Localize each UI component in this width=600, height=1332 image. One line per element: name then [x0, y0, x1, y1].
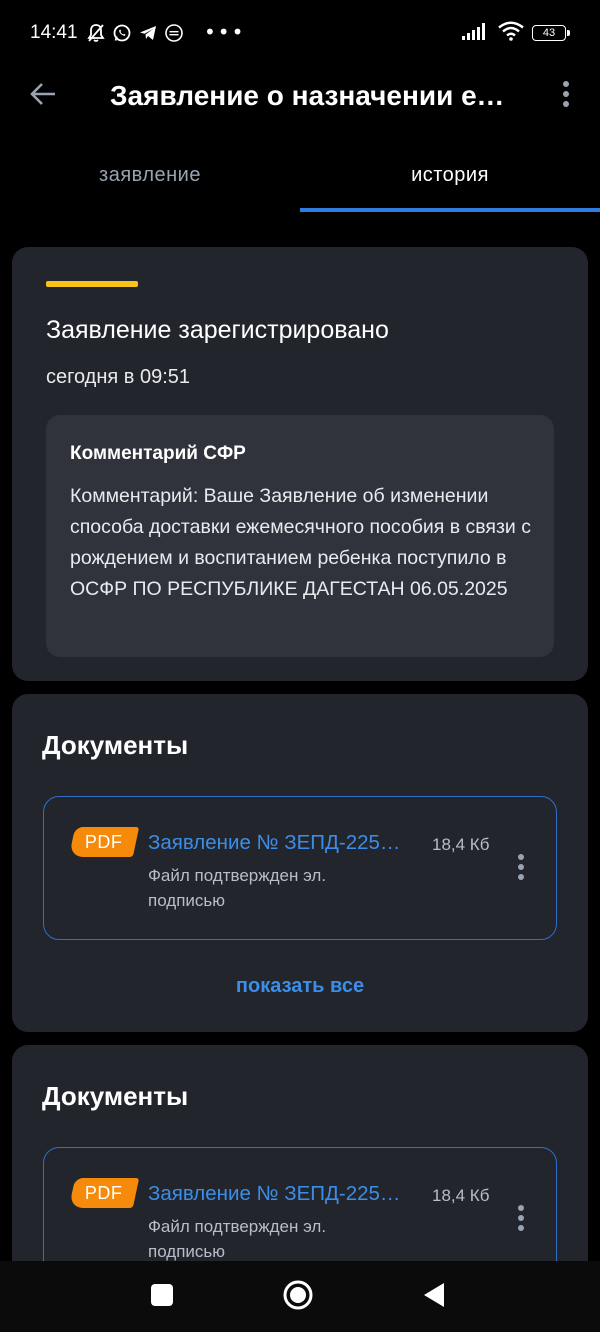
status-bar: 14:41 ••• 43	[0, 0, 600, 64]
recent-apps-icon	[150, 1283, 174, 1311]
more-notifications-icon: •••	[204, 20, 246, 44]
tab-bar: заявление история	[0, 140, 600, 212]
system-back-button[interactable]	[416, 1279, 452, 1315]
comment-title: Комментарий СФР	[70, 443, 246, 464]
document-name-link[interactable]: Заявление № ЗЕПД-225…	[148, 1180, 420, 1208]
pdf-file-icon: PDF	[68, 1178, 140, 1208]
more-vertical-icon	[517, 853, 525, 885]
recent-apps-button[interactable]	[144, 1279, 180, 1315]
pdf-badge-label: PDF	[85, 1182, 123, 1203]
tab-application[interactable]: заявление	[0, 140, 300, 210]
document-name-link[interactable]: Заявление № ЗЕПД-225…	[148, 829, 420, 857]
more-vertical-icon	[562, 80, 570, 112]
whatsapp-icon	[112, 23, 132, 43]
gosuslugi-icon	[164, 23, 184, 43]
page-title: Заявление о назначении ежемесячного посо…	[110, 80, 520, 111]
system-navigation-bar	[0, 1261, 600, 1332]
status-timestamp: сегодня в 09:51	[46, 366, 190, 388]
document-more-button[interactable]	[506, 1202, 536, 1238]
document-more-button[interactable]	[506, 851, 536, 887]
status-time: 14:41	[30, 22, 78, 43]
documents-heading: Документы	[42, 730, 189, 760]
document-size: 18,4 Кб	[432, 1186, 490, 1205]
home-button[interactable]	[280, 1279, 316, 1315]
home-icon	[282, 1279, 314, 1315]
pdf-file-icon: PDF	[68, 827, 140, 857]
documents-card: Документы PDF Заявление № ЗЕПД-225… 18,4…	[12, 694, 588, 1032]
status-card: Заявление зарегистрировано сегодня в 09:…	[12, 247, 588, 681]
arrow-left-icon	[29, 82, 57, 110]
battery-icon: 43	[532, 25, 570, 41]
signal-icon	[462, 22, 490, 44]
status-heading: Заявление зарегистрировано	[46, 316, 389, 344]
show-all-link[interactable]: показать все	[12, 972, 588, 1000]
document-signature-status: Файл подтвержден эл. подписью	[148, 1217, 327, 1261]
battery-level: 43	[542, 27, 556, 39]
telegram-icon	[138, 23, 158, 43]
tab-history-label: история	[411, 163, 489, 186]
comment-box: Комментарий СФР Комментарий: Ваше Заявле…	[46, 415, 554, 657]
pdf-badge-label: PDF	[85, 831, 123, 852]
document-signature-status: Файл подтвержден эл. подписью	[148, 866, 327, 910]
back-triangle-icon	[422, 1282, 446, 1312]
documents-heading: Документы	[42, 1081, 189, 1111]
status-notification-icons	[86, 22, 184, 44]
more-options-button[interactable]	[550, 78, 582, 114]
more-vertical-icon	[517, 1204, 525, 1236]
tab-application-label: заявление	[99, 163, 201, 186]
status-accent-bar	[46, 281, 138, 287]
wifi-icon	[498, 21, 524, 45]
status-system-icons: 43	[462, 21, 570, 45]
app-bar: Заявление о назначении ежемесячного посо…	[0, 64, 600, 128]
comment-text: Комментарий: Ваше Заявление об изменении…	[70, 485, 531, 600]
tab-history[interactable]: история	[300, 140, 600, 212]
tab-active-indicator	[300, 208, 600, 212]
document-item[interactable]: PDF Заявление № ЗЕПД-225… 18,4 Кб Файл п…	[43, 796, 557, 940]
back-button[interactable]	[24, 78, 62, 114]
document-size: 18,4 Кб	[432, 835, 490, 854]
mute-bell-icon	[86, 23, 106, 43]
